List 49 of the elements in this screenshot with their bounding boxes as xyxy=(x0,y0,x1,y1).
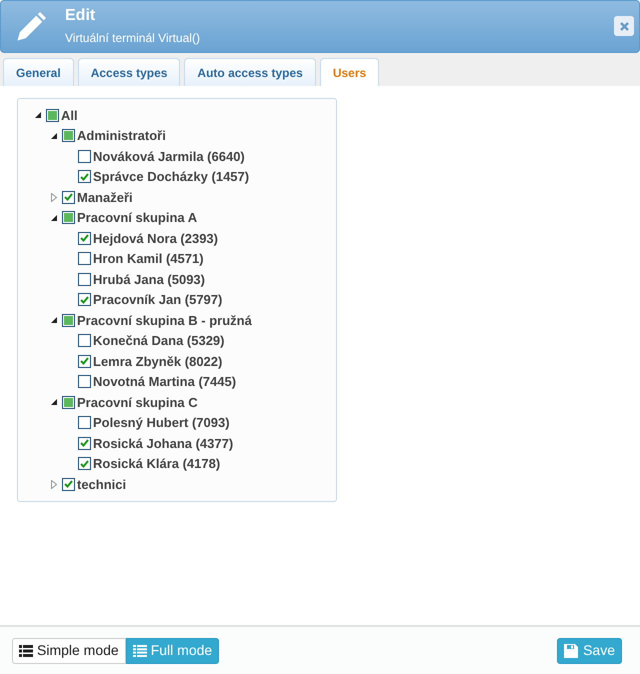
tab[interactable]: General xyxy=(3,58,74,86)
collapse-arrow-icon[interactable] xyxy=(51,317,57,324)
mode-button[interactable]: Simple mode xyxy=(12,638,126,664)
tree-item-label[interactable]: Hejdová Nora (2393) xyxy=(93,228,218,248)
tree-item-label[interactable]: Hron Kamil (4571) xyxy=(93,249,204,268)
expand-arrow-icon[interactable] xyxy=(51,192,57,202)
tab[interactable]: Auto access types xyxy=(184,58,316,86)
checkbox[interactable] xyxy=(78,170,91,184)
list-icon xyxy=(19,644,33,656)
tab[interactable]: Access types xyxy=(78,58,180,86)
checkbox[interactable] xyxy=(78,252,91,266)
tree-item-label[interactable]: Pracovník Jan (5797) xyxy=(93,290,222,310)
expand-arrow-icon[interactable] xyxy=(51,480,57,489)
tree-item-label[interactable]: Polesný Hubert (7093) xyxy=(93,413,230,432)
tree-item-label[interactable]: Novotná Martina (7445) xyxy=(93,372,236,392)
tree-item-label[interactable]: Administratoři xyxy=(77,126,166,146)
tree-item-label[interactable]: Manažeři xyxy=(77,188,133,207)
dialog-subtitle: Virtuální terminál Virtual() xyxy=(65,30,200,47)
dialog-title: Edit xyxy=(65,6,96,26)
tree-item-label[interactable]: Rosická Klára (4178) xyxy=(93,454,220,474)
tree-item-label[interactable]: Hrubá Jana (5093) xyxy=(93,270,205,289)
checkbox[interactable] xyxy=(78,232,91,245)
tree-item-label[interactable]: Pracovní skupina C xyxy=(77,392,198,412)
tree-item-label[interactable]: Správce Docházky (1457) xyxy=(93,167,250,186)
tree-item-label[interactable]: Pracovní skupina A xyxy=(77,208,198,228)
checkbox[interactable] xyxy=(78,293,91,306)
checkbox[interactable] xyxy=(62,190,75,204)
checkbox[interactable] xyxy=(78,375,91,388)
list-icon xyxy=(132,644,147,656)
tree-item-label[interactable]: Konečná Dana (5329) xyxy=(93,331,224,350)
tree-item-label[interactable]: Pracovní skupina B - pružná xyxy=(77,310,252,330)
collapse-arrow-icon[interactable] xyxy=(35,112,41,118)
tree-item-label[interactable]: Nováková Jarmila (6640) xyxy=(93,146,245,166)
checkbox[interactable] xyxy=(78,416,91,430)
collapse-arrow-icon[interactable] xyxy=(51,132,57,139)
tree-item-label[interactable]: All xyxy=(61,106,78,125)
checkbox[interactable] xyxy=(78,334,91,348)
checkbox[interactable] xyxy=(78,457,91,470)
tree-item-label[interactable]: Lemra Zbyněk (8022) xyxy=(93,352,222,371)
collapse-arrow-icon[interactable] xyxy=(51,214,57,221)
close-icon xyxy=(620,22,628,30)
checkbox[interactable] xyxy=(78,150,91,163)
checkbox[interactable] xyxy=(78,272,91,286)
tree-item-label[interactable]: Rosická Johana (4377) xyxy=(93,434,234,453)
tree-item-label[interactable]: technici xyxy=(77,474,126,494)
collapse-arrow-icon[interactable] xyxy=(51,399,57,406)
checkbox[interactable] xyxy=(78,436,91,450)
checkbox[interactable] xyxy=(62,478,75,491)
checkbox[interactable] xyxy=(78,354,91,368)
